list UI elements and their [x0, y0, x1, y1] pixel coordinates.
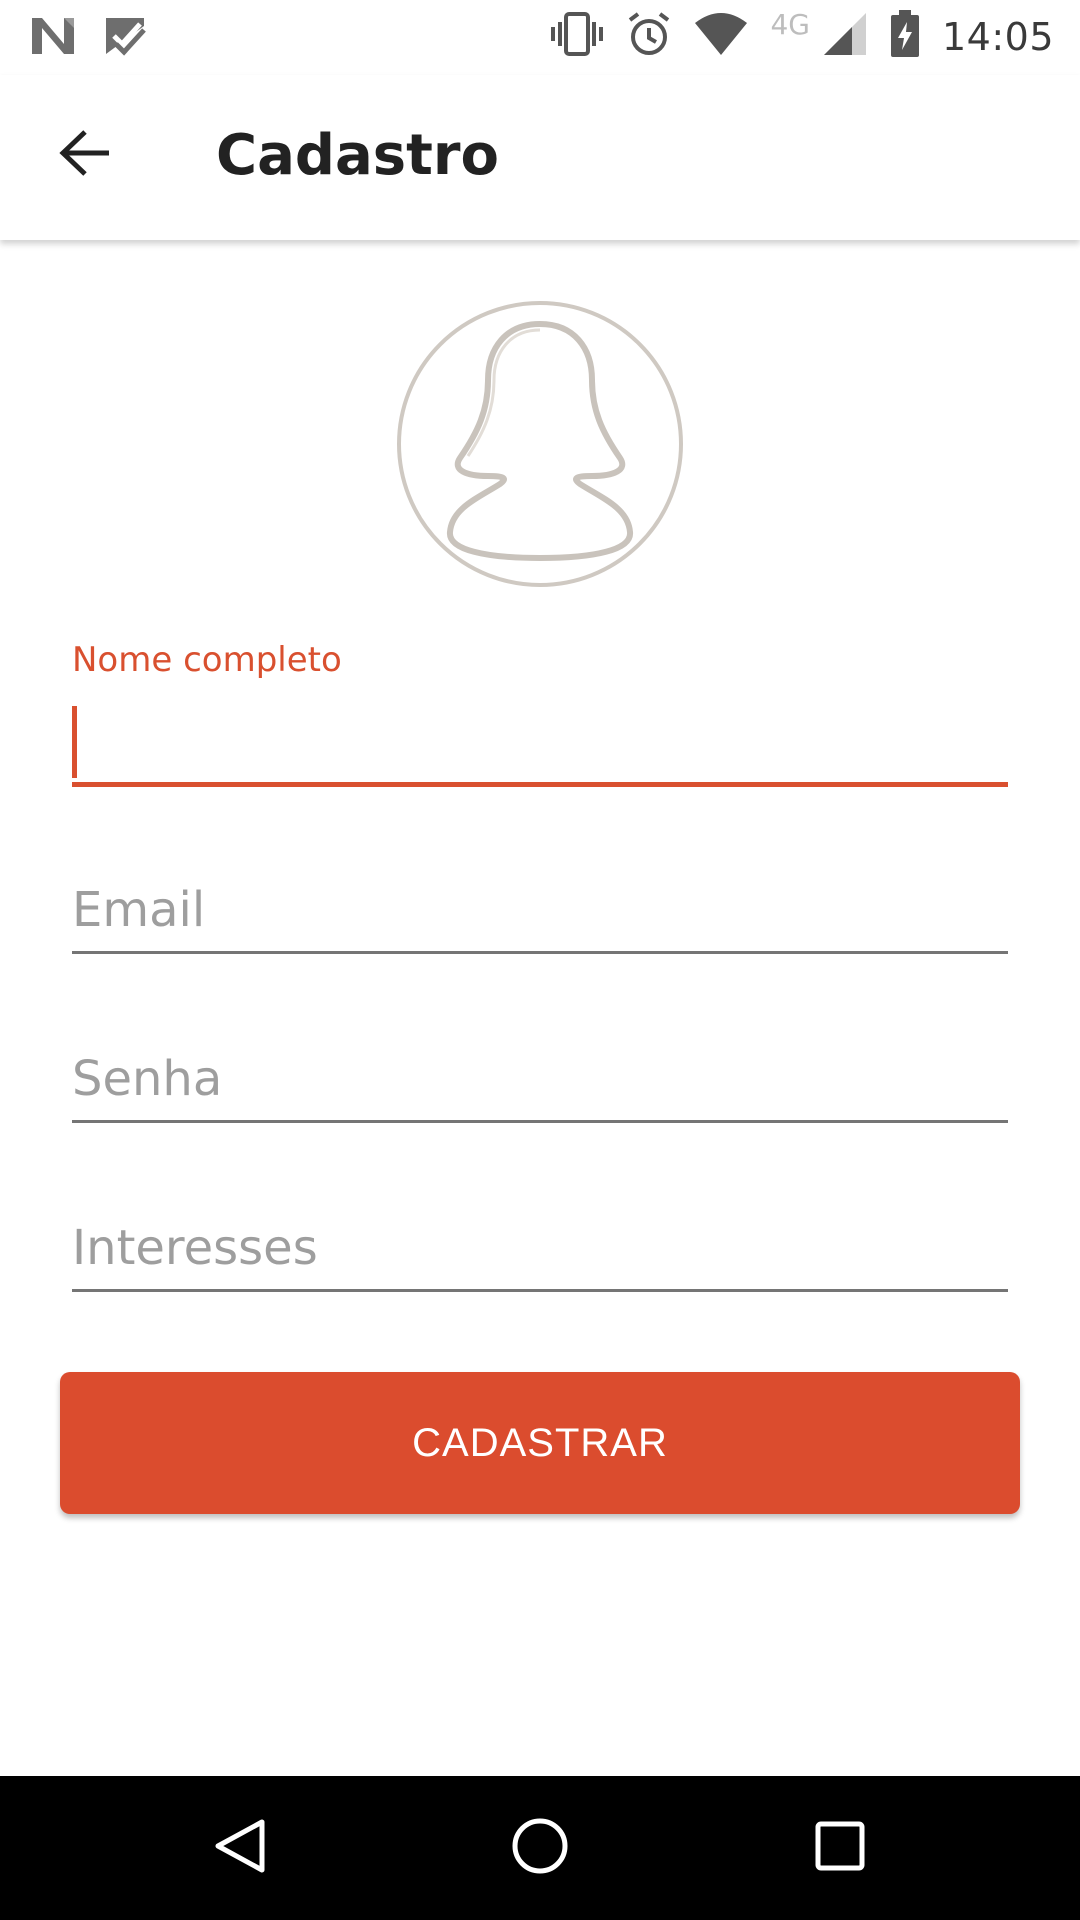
n-notification-icon [30, 14, 76, 63]
person-placeholder-icon [396, 301, 684, 592]
status-bar: 4G 14:05 [0, 0, 1080, 75]
status-time: 14:05 [941, 14, 1054, 59]
password-field[interactable] [72, 1039, 1008, 1129]
name-field-label: Nome completo [72, 640, 342, 680]
nav-back-button[interactable] [200, 1808, 280, 1888]
status-left [30, 14, 146, 63]
status-right: 4G 14:05 [550, 8, 1054, 63]
app-bar: Cadastro [0, 75, 1080, 240]
vibrate-icon [550, 10, 604, 63]
battery-charging-icon [890, 10, 920, 63]
interests-field[interactable] [72, 1208, 1008, 1298]
signal-icon [822, 11, 868, 62]
interests-underline [72, 1289, 1008, 1292]
avatar-picker[interactable] [396, 300, 684, 588]
nav-back-icon [210, 1816, 270, 1881]
alarm-icon [626, 10, 672, 63]
wifi-icon [694, 11, 748, 62]
network-type-label: 4G [770, 8, 810, 41]
nav-recents-button[interactable] [800, 1808, 880, 1888]
email-field[interactable] [72, 870, 1008, 960]
arrow-back-icon [59, 129, 111, 182]
password-underline [72, 1120, 1008, 1123]
email-underline [72, 951, 1008, 954]
name-underline [72, 782, 1008, 787]
back-button[interactable] [40, 115, 130, 195]
interests-input[interactable] [72, 1208, 1008, 1288]
name-input[interactable] [72, 704, 1008, 780]
page-title: Cadastro [216, 123, 499, 188]
nav-home-icon [510, 1816, 570, 1881]
register-button[interactable]: CADASTRAR [60, 1372, 1020, 1514]
password-input[interactable] [72, 1039, 1008, 1119]
nav-recents-icon [810, 1816, 870, 1881]
check-notification-icon [104, 14, 146, 63]
navigation-bar [0, 1776, 1080, 1920]
nav-home-button[interactable] [500, 1808, 580, 1888]
email-input[interactable] [72, 870, 1008, 950]
name-field[interactable]: Nome completo [72, 640, 1008, 790]
